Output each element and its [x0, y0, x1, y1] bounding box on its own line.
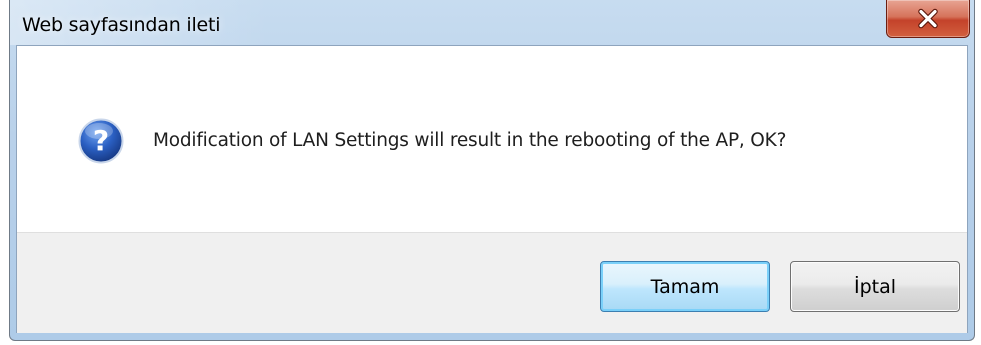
close-icon [918, 8, 938, 28]
message-area: ? Modification of LAN Settings will resu… [17, 46, 967, 232]
svg-text:?: ? [93, 124, 109, 157]
cancel-button[interactable]: İptal [790, 261, 960, 312]
window-title: Web sayfasından ileti [22, 14, 221, 36]
button-bar: Tamam İptal [17, 232, 967, 333]
close-button[interactable] [886, 0, 970, 38]
dialog-body: ? Modification of LAN Settings will resu… [16, 45, 968, 333]
message-dialog-window: Web sayfasından ileti ? Modification of … [9, 0, 975, 341]
dialog-message: Modification of LAN Settings will result… [153, 130, 787, 151]
question-icon: ? [78, 118, 124, 164]
title-bar[interactable]: Web sayfasından ileti [10, 0, 974, 45]
ok-button[interactable]: Tamam [600, 261, 770, 312]
